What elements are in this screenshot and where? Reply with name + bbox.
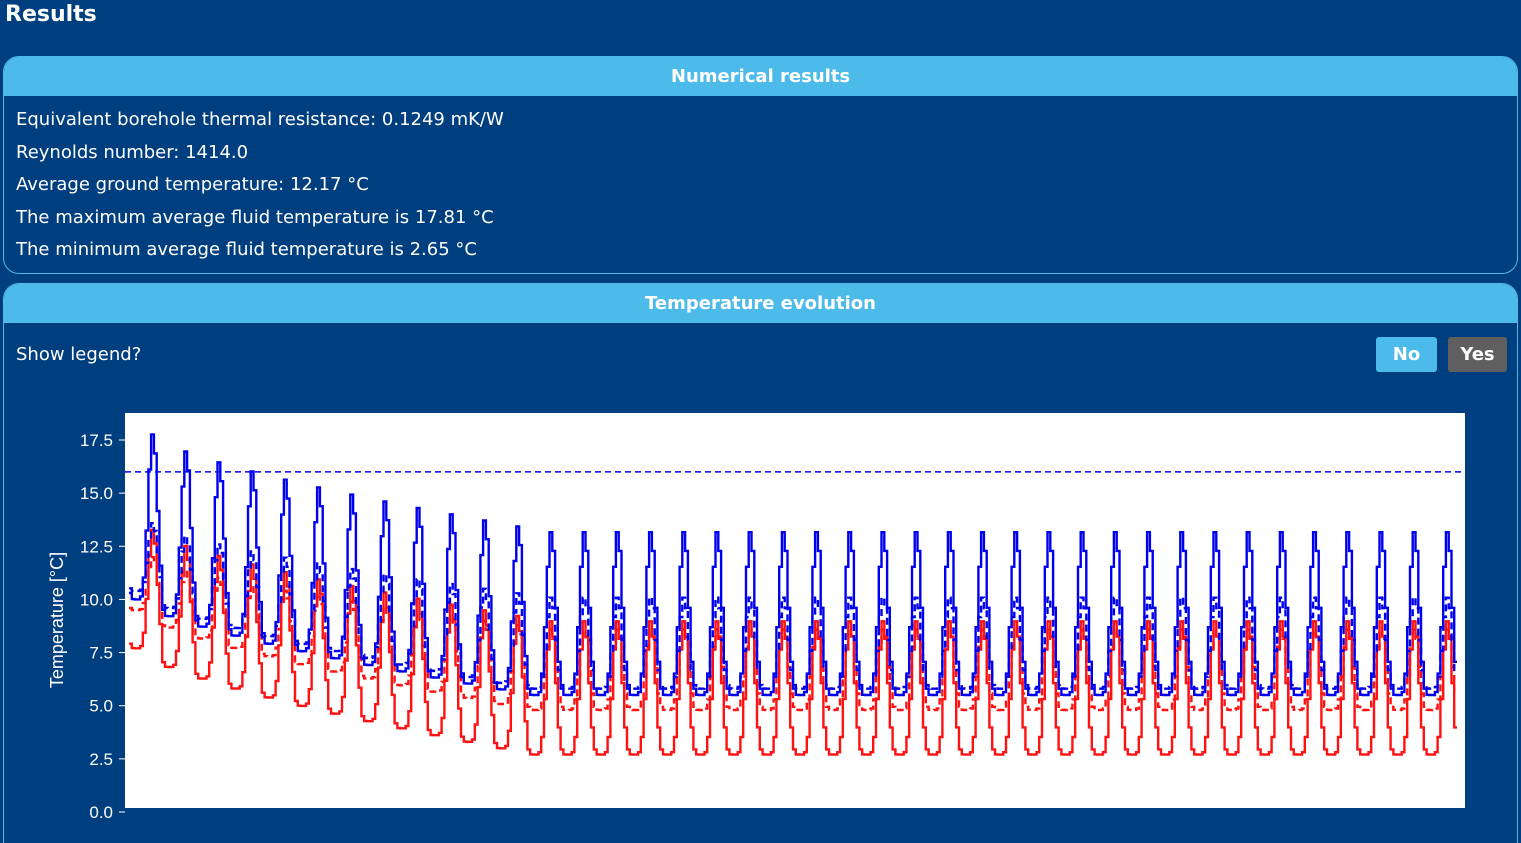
- y-tick-label: 2.5: [89, 750, 113, 769]
- y-tick-label: 17.5: [80, 431, 113, 450]
- temperature-chart: 0.0 2.5 5.0 7.5 10.0 12.5 15.0 17.5 Temperature…: [47, 413, 1465, 820]
- y-tick-label: 7.5: [89, 644, 113, 663]
- y-tick-label: 10.0: [80, 590, 113, 609]
- y-tick-label: 15.0: [80, 484, 113, 503]
- y-axis: 0.0 2.5 5.0 7.5 10.0 12.5 15.0 17.5: [80, 431, 125, 820]
- y-tick-label: 0.0: [89, 803, 113, 820]
- y-tick-label: 12.5: [80, 537, 113, 556]
- y-axis-label: Temperature [°C]: [47, 552, 67, 688]
- y-tick-label: 5.0: [89, 697, 113, 716]
